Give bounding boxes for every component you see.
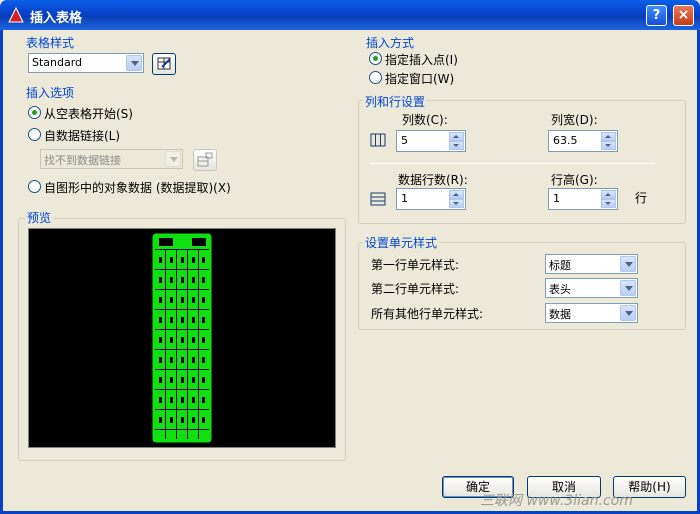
radio-datalink[interactable]	[28, 128, 41, 141]
table-style-dialog-button[interactable]	[152, 53, 176, 75]
other-rows-style-label: 所有其他行单元样式:	[371, 307, 484, 321]
columns-label: 列数(C):	[402, 113, 448, 127]
radio-empty-table-label[interactable]: 从空表格开始(S)	[44, 105, 133, 122]
cell-style-legend: 设置单元样式	[363, 234, 440, 251]
spin-down-icon[interactable]	[449, 141, 464, 150]
spin-up-icon[interactable]	[601, 190, 616, 199]
chevron-down-icon[interactable]	[620, 305, 636, 321]
table-style-select[interactable]: Standard	[28, 53, 144, 73]
columns-value: 5	[401, 134, 408, 147]
table-preview	[28, 228, 336, 448]
radio-insert-point[interactable]	[369, 52, 382, 65]
rows-icon	[370, 192, 386, 206]
spin-down-icon[interactable]	[449, 199, 464, 208]
columns-input[interactable]: 5	[396, 130, 466, 152]
column-row-legend: 列和行设置	[363, 93, 428, 110]
radio-insert-point-label[interactable]: 指定插入点(I)	[385, 51, 458, 68]
watermark: 三联网 www.3lian.com	[480, 493, 633, 509]
first-row-style-label: 第一行单元样式:	[371, 258, 460, 272]
datalink-icon	[197, 152, 213, 167]
title-bar: 插入表格 ? ×	[0, 0, 700, 30]
radio-extract[interactable]	[28, 180, 41, 193]
divider	[370, 163, 655, 164]
rows-value: 1	[401, 192, 408, 205]
column-width-input[interactable]: 63.5	[548, 130, 618, 152]
chevron-down-icon[interactable]	[165, 151, 181, 167]
radio-insert-window[interactable]	[369, 71, 382, 84]
second-row-style-select[interactable]: 表头	[545, 278, 638, 298]
radio-empty-table[interactable]	[28, 106, 41, 119]
rows-input[interactable]: 1	[396, 188, 466, 210]
table-preview-graphic	[152, 233, 212, 443]
spin-down-icon[interactable]	[601, 141, 616, 150]
column-width-value: 63.5	[553, 134, 578, 147]
spin-up-icon[interactable]	[449, 190, 464, 199]
radio-extract-label[interactable]: 自图形中的对象数据 (数据提取)(X)	[44, 179, 231, 196]
datalink-value: 找不到数据链接	[44, 154, 121, 167]
datalink-select[interactable]: 找不到数据链接	[40, 149, 183, 169]
datalink-manager-button[interactable]	[193, 149, 217, 171]
spin-up-icon[interactable]	[601, 132, 616, 141]
insert-options-legend: 插入选项	[24, 84, 77, 101]
row-height-input[interactable]: 1	[548, 188, 618, 210]
other-rows-style-select[interactable]: 数据	[545, 303, 638, 323]
window-title: 插入表格	[30, 11, 83, 26]
radio-insert-window-label[interactable]: 指定窗口(W)	[385, 70, 454, 87]
row-height-value: 1	[553, 192, 560, 205]
first-row-style-select[interactable]: 标题	[545, 254, 638, 274]
app-icon	[8, 7, 24, 23]
chevron-down-icon[interactable]	[620, 256, 636, 272]
second-row-style-label: 第二行单元样式:	[371, 282, 460, 296]
close-button[interactable]: ×	[673, 5, 694, 26]
chevron-down-icon[interactable]	[126, 55, 142, 71]
rows-label: 数据行数(R):	[398, 173, 468, 187]
column-width-label: 列宽(D):	[551, 113, 598, 127]
preview-legend: 预览	[25, 209, 54, 226]
row-unit-label: 行	[635, 191, 648, 205]
radio-datalink-label[interactable]: 自数据链接(L)	[44, 127, 120, 144]
other-rows-style-value: 数据	[549, 308, 571, 321]
help-title-button[interactable]: ?	[646, 5, 667, 26]
table-edit-icon	[157, 57, 171, 70]
columns-icon	[370, 133, 386, 147]
row-height-label: 行高(G):	[551, 173, 598, 187]
insert-method-legend: 插入方式	[364, 34, 417, 51]
table-style-legend: 表格样式	[24, 34, 77, 51]
first-row-style-value: 标题	[549, 259, 571, 272]
spin-down-icon[interactable]	[601, 199, 616, 208]
chevron-down-icon[interactable]	[620, 280, 636, 296]
second-row-style-value: 表头	[549, 283, 571, 296]
spin-up-icon[interactable]	[449, 132, 464, 141]
table-style-value: Standard	[32, 56, 83, 69]
